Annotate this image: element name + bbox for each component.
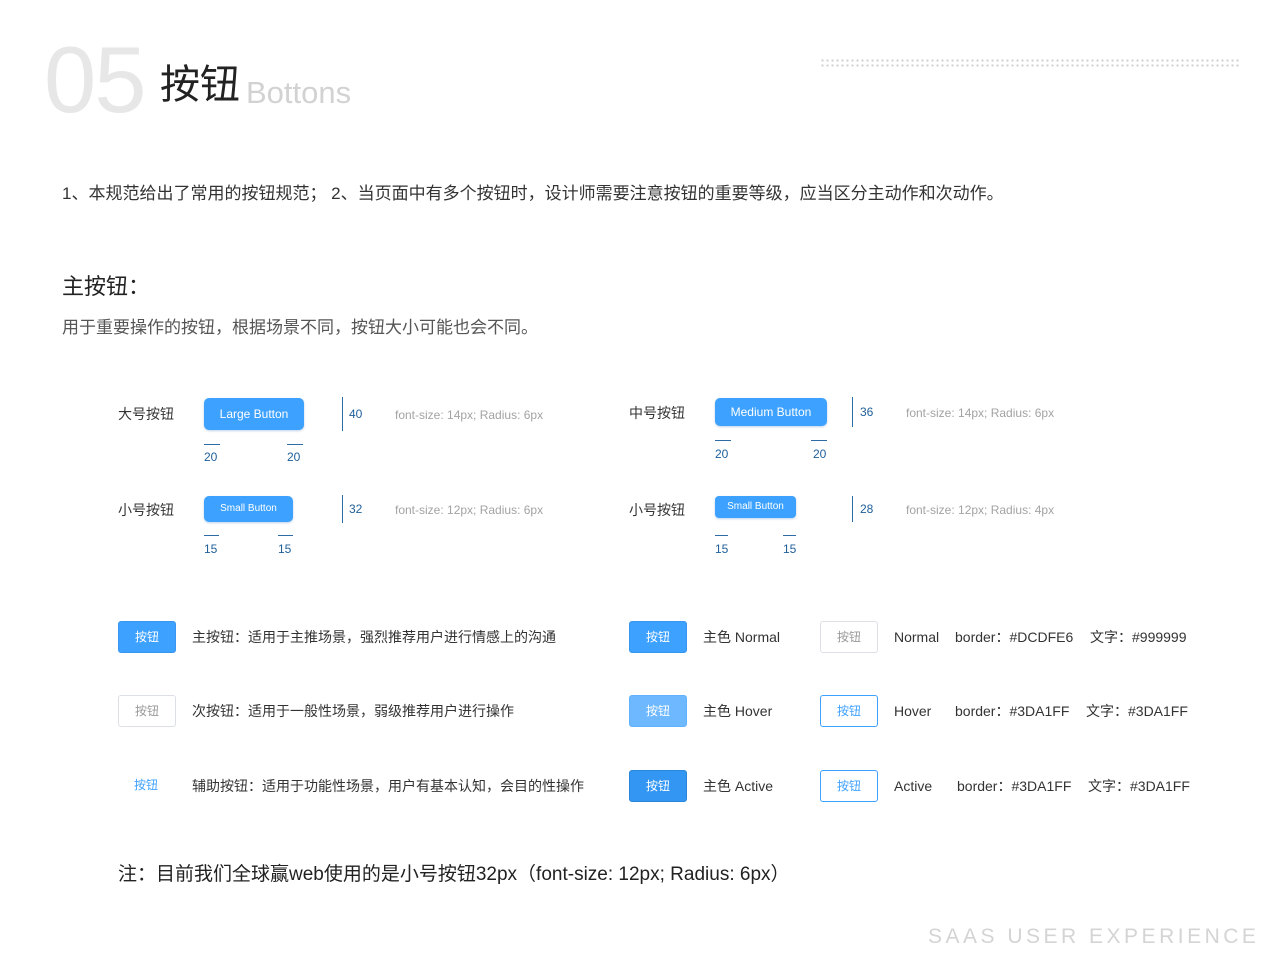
page-title: 按钮 <box>160 63 240 107</box>
padding-left-value: 20 <box>204 450 218 464</box>
padding-tick-left <box>204 444 220 445</box>
padding-right-value: 20 <box>287 450 301 464</box>
state-text-color: 文字：#3DA1FF <box>1086 703 1188 719</box>
secondary-button-desc: 次按钮：适用于一般性场景，弱级推荐用户进行操作 <box>192 703 514 719</box>
height-dimension-line <box>342 495 343 523</box>
padding-left-value: 15 <box>715 542 729 556</box>
state-border-color: border：#3DA1FF <box>955 703 1070 719</box>
height-value: 36 <box>860 405 874 419</box>
size-spec: font-size: 14px; Radius: 6px <box>395 408 544 422</box>
secondary-active-button[interactable]: 按钮 <box>820 770 878 802</box>
secondary-button[interactable]: 按钮 <box>118 695 176 727</box>
padding-tick-right <box>278 535 293 536</box>
state-name: Active <box>894 778 933 794</box>
padding-tick-left <box>715 440 731 441</box>
auxiliary-button[interactable]: 按钮 <box>118 770 174 800</box>
primary-normal-button[interactable]: 按钮 <box>629 621 687 653</box>
secondary-hover-button[interactable]: 按钮 <box>820 695 878 727</box>
state-label: 主色 Active <box>703 778 774 794</box>
padding-right-value: 20 <box>813 447 827 461</box>
small-button[interactable]: Small Button <box>715 496 796 518</box>
intro-text: 1、本规范给出了常用的按钮规范； 2、当页面中有多个按钮时，设计师需要注意按钮的… <box>62 184 1004 203</box>
state-label: 主色 Normal <box>703 629 781 645</box>
size-label-small: 小号按钮 <box>118 502 174 518</box>
section-number: 05 <box>44 27 147 132</box>
usage-note: 注：目前我们全球赢web使用的是小号按钮32px（font-size: 12px… <box>118 864 790 885</box>
size-label-large: 大号按钮 <box>118 406 174 422</box>
padding-left-value: 15 <box>204 542 218 556</box>
state-border-color: border：#DCDFE6 <box>955 629 1074 645</box>
padding-tick-left <box>715 535 728 536</box>
state-text-color: 文字：#999999 <box>1090 629 1187 645</box>
padding-right-value: 15 <box>278 542 292 556</box>
height-value: 32 <box>349 502 363 516</box>
large-button[interactable]: Large Button <box>204 398 304 430</box>
secondary-normal-button[interactable]: 按钮 <box>820 621 878 653</box>
page-subtitle: Bottons <box>246 75 352 110</box>
size-spec: font-size: 12px; Radius: 6px <box>395 503 544 517</box>
medium-button[interactable]: Medium Button <box>715 398 827 426</box>
size-spec: font-size: 12px; Radius: 4px <box>906 503 1055 517</box>
padding-tick-right <box>811 440 827 441</box>
small-button[interactable]: Small Button <box>204 496 293 522</box>
padding-tick-right <box>783 535 796 536</box>
state-label: 主色 Hover <box>703 703 773 719</box>
primary-hover-button[interactable]: 按钮 <box>629 695 687 727</box>
padding-tick-left <box>204 535 219 536</box>
primary-button[interactable]: 按钮 <box>118 621 176 653</box>
state-name: Hover <box>894 703 932 719</box>
state-name: Normal <box>894 629 940 645</box>
height-dimension-line <box>852 496 853 522</box>
height-dimension-line <box>342 397 343 431</box>
padding-tick-right <box>287 444 303 445</box>
section-title: 主按钮： <box>62 274 151 299</box>
size-label-small: 小号按钮 <box>629 502 685 518</box>
primary-button-desc: 主按钮：适用于主推场景，强烈推荐用户进行情感上的沟通 <box>192 629 556 645</box>
height-value: 28 <box>860 502 874 516</box>
height-dimension-line <box>852 397 853 427</box>
padding-left-value: 20 <box>715 447 729 461</box>
size-label-medium: 中号按钮 <box>629 405 685 421</box>
section-desc: 用于重要操作的按钮，根据场景不同，按钮大小可能也会不同。 <box>62 318 538 337</box>
padding-right-value: 15 <box>783 542 797 556</box>
state-border-color: border：#3DA1FF <box>957 778 1072 794</box>
auxiliary-button-desc: 辅助按钮：适用于功能性场景，用户有基本认知，会目的性操作 <box>192 778 584 794</box>
decorative-dots <box>820 58 1240 68</box>
height-value: 40 <box>349 407 363 421</box>
state-text-color: 文字：#3DA1FF <box>1088 778 1190 794</box>
size-spec: font-size: 14px; Radius: 6px <box>906 406 1055 420</box>
primary-active-button[interactable]: 按钮 <box>629 770 687 802</box>
footer-brand: SAAS USER EXPERIENCE <box>928 925 1260 948</box>
